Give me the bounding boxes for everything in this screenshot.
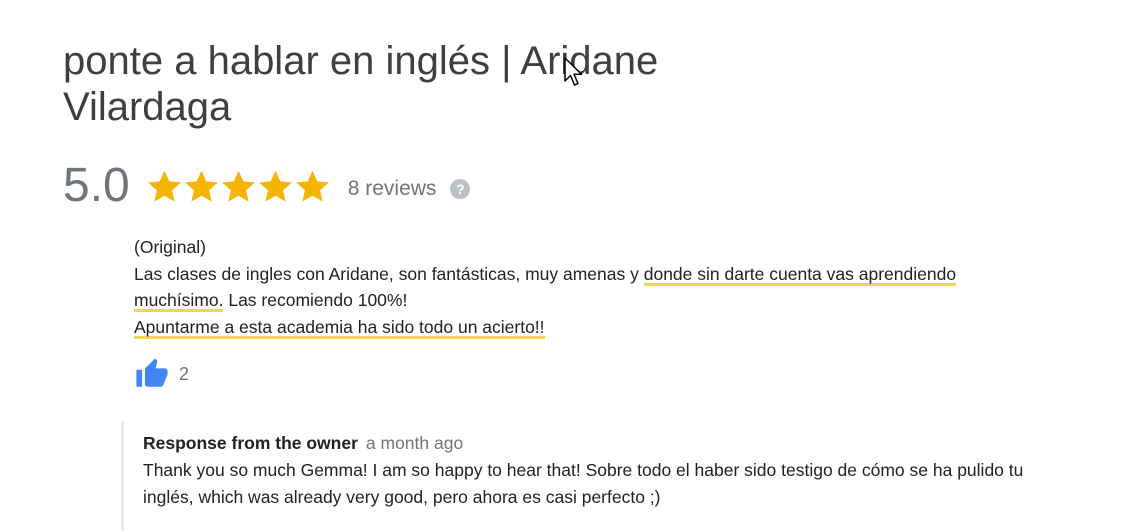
star-icon	[184, 170, 218, 202]
response-text: Thank you so much Gemma! I am so happy t…	[143, 460, 1024, 507]
star-icon	[221, 170, 255, 202]
help-icon[interactable]: ?	[450, 179, 471, 199]
rating-row: 5.0 8 reviews ?	[63, 158, 471, 214]
response-author-label: Response from the owner	[143, 433, 358, 453]
business-title-line2: Vilardaga	[63, 85, 232, 129]
reviews-count-link[interactable]: 8 reviews	[348, 177, 437, 201]
star-rating	[146, 168, 331, 205]
rating-value: 5.0	[63, 159, 130, 212]
review-body: (Original) Las clases de ingles con Arid…	[134, 234, 1034, 340]
review-text-part2: Las recomiendo 100%!	[223, 290, 408, 310]
review-original-label: (Original)	[134, 237, 206, 257]
star-icon	[258, 170, 292, 202]
response-time: a month ago	[365, 433, 464, 453]
review-text: Las clases de ingles con Aridane, son fa…	[134, 261, 1034, 314]
star-icon	[295, 170, 329, 202]
mouse-cursor-icon	[564, 57, 583, 86]
like-button[interactable]: 2	[134, 357, 189, 391]
likes-count: 2	[179, 363, 190, 384]
star-icon	[147, 170, 181, 202]
owner-response: Response from the owner a month ago Than…	[121, 421, 1044, 531]
thumbs-up-icon[interactable]	[134, 357, 170, 391]
business-title: ponte a hablar en inglés | Aridane Vilar…	[63, 38, 743, 130]
review-highlight: Apuntarme a esta academia ha sido todo u…	[134, 316, 545, 339]
review-text-part1: Las clases de ingles con Aridane, son fa…	[134, 263, 644, 284]
